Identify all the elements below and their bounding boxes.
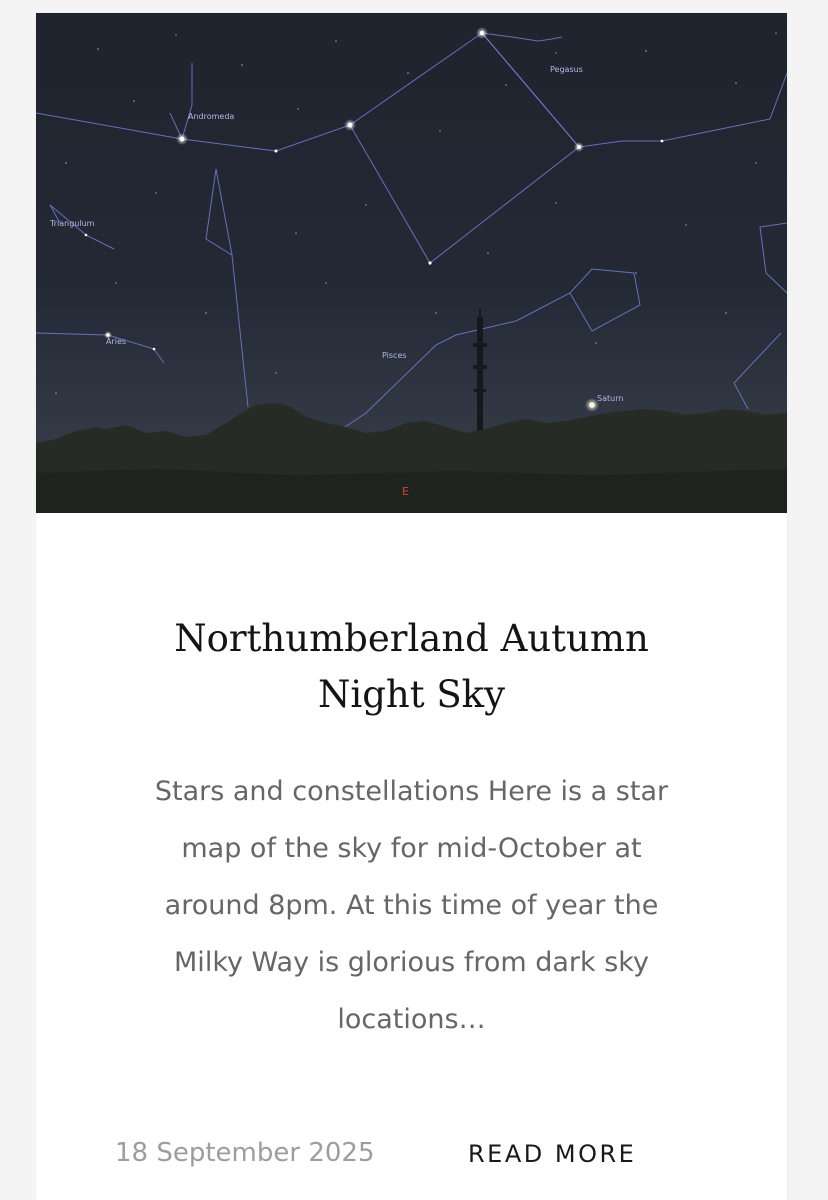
andromeda-label: Andromeda	[188, 112, 234, 121]
night-sky-star-map: Pegasus Andromeda Triangulum Aries Pisce…	[36, 13, 787, 513]
excerpt-line: around 8pm. At this time of year the	[164, 890, 659, 921]
triangulum-label: Triangulum	[49, 219, 95, 228]
pisces-label: Pisces	[382, 351, 407, 360]
featured-image-link[interactable]: Pegasus Andromeda Triangulum Aries Pisce…	[36, 13, 787, 513]
excerpt-line: map of the sky for mid-October at	[181, 833, 642, 864]
post-card: Pegasus Andromeda Triangulum Aries Pisce…	[36, 13, 787, 1200]
saturn-label: Saturn	[597, 394, 623, 403]
post-date: 18 September 2025	[115, 1138, 375, 1168]
aries-label: Aries	[106, 337, 126, 346]
read-more-link[interactable]: READ MORE	[468, 1136, 636, 1172]
excerpt-line: Stars and constellations Here is a star	[154, 776, 669, 807]
east-compass-marker: E	[402, 485, 409, 498]
post-title-line: Northumberland Autumn	[174, 617, 649, 660]
post-title-line: Night Sky	[317, 673, 506, 716]
post-title[interactable]: Northumberland Autumn Night Sky	[36, 611, 787, 723]
post-excerpt: Stars and constellations Here is a star …	[101, 763, 722, 1048]
pegasus-label: Pegasus	[550, 65, 583, 74]
excerpt-line: locations…	[337, 1004, 486, 1035]
excerpt-line: Milky Way is glorious from dark sky	[174, 947, 649, 978]
